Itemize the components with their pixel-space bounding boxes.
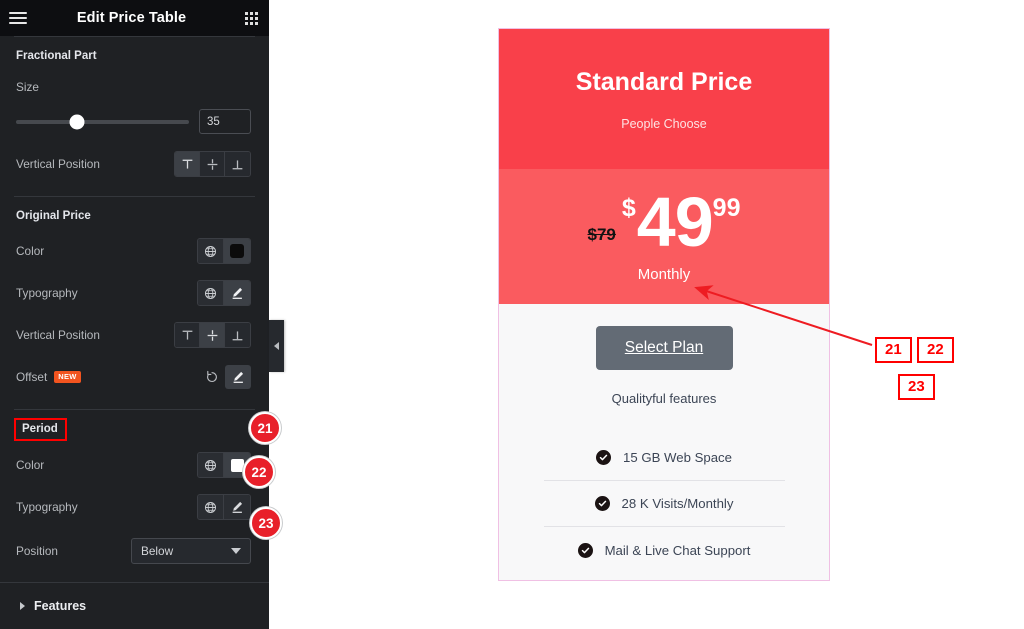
price-table-widget: Standard Price People Choose $79 $ 49 99… — [498, 28, 830, 581]
feature-label: 28 K Visits/Monthly — [621, 496, 734, 511]
grid-icon[interactable] — [233, 0, 269, 36]
chevron-down-icon — [231, 548, 241, 554]
features-list: 15 GB Web Space 28 K Visits/Monthly Mail… — [543, 435, 785, 573]
color-swatch-button[interactable] — [224, 239, 250, 263]
annotation-box-21: 21 — [875, 337, 912, 363]
globe-icon[interactable] — [198, 281, 224, 305]
price-integer-part: 49 — [636, 183, 714, 261]
list-item: 28 K Visits/Monthly — [543, 481, 785, 527]
currency-symbol: $ — [621, 194, 636, 222]
period-typography-control — [197, 494, 251, 520]
globe-icon[interactable] — [198, 495, 224, 519]
control-row-offset: Offset NEW — [0, 361, 269, 393]
vertical-position-toggle-group-2 — [174, 322, 251, 348]
globe-icon[interactable] — [198, 239, 224, 263]
section-features[interactable]: Features — [0, 582, 269, 629]
size-slider[interactable] — [16, 114, 189, 129]
panel-collapse-button[interactable] — [269, 320, 284, 372]
price-band: $79 $ 49 99 Monthly — [499, 169, 829, 304]
annotation-box-22: 22 — [917, 337, 954, 363]
control-label-size: Size — [16, 80, 39, 94]
chevron-left-icon — [274, 342, 279, 350]
position-select[interactable]: Below — [131, 538, 251, 564]
reset-icon[interactable] — [199, 365, 225, 389]
offset-label-text: Offset — [16, 370, 48, 384]
price-fractional-part: 99 — [712, 194, 741, 222]
size-number-input[interactable] — [199, 109, 251, 134]
new-badge: NEW — [54, 371, 81, 383]
check-circle-icon — [577, 542, 593, 558]
section-features-label: Features — [34, 599, 87, 613]
list-item: Mail & Live Chat Support — [544, 527, 785, 573]
price-table-body: Select Plan Qualityful features 15 GB We… — [499, 304, 829, 573]
features-heading: Qualityful features — [611, 391, 717, 406]
control-label-typography: Typography — [16, 500, 78, 514]
screenshot-root: Edit Price Table Fractional Part Size Ve… — [0, 0, 1024, 629]
elementor-edit-panel: Edit Price Table Fractional Part Size Ve… — [0, 0, 269, 629]
annotation-circle-22: 22 — [243, 456, 275, 488]
check-circle-icon — [594, 496, 610, 511]
control-row-period-position: Position Below — [0, 535, 269, 567]
align-top-icon[interactable] — [175, 323, 200, 347]
control-row-size: Size — [0, 71, 269, 103]
control-row-period-typography: Typography — [0, 491, 269, 523]
size-slider-row — [0, 103, 269, 140]
annotation-circle-21: 21 — [249, 412, 281, 444]
panel-body: Fractional Part Size Vertical Position — [0, 36, 269, 629]
control-label-position: Position — [16, 544, 58, 558]
align-middle-icon[interactable] — [200, 152, 225, 176]
control-row-vertical-position-1: Vertical Position — [0, 148, 269, 180]
control-row-original-typography: Typography — [0, 277, 269, 309]
feature-label: Mail & Live Chat Support — [604, 542, 751, 558]
control-label-vertical-position: Vertical Position — [16, 157, 100, 171]
pencil-icon[interactable] — [224, 281, 250, 305]
page-title: Edit Price Table — [76, 10, 187, 26]
divider — [14, 409, 255, 410]
original-price: $79 — [587, 225, 616, 244]
section-title-original-price: Original Price — [16, 210, 91, 222]
align-top-icon[interactable] — [175, 152, 200, 176]
align-middle-icon[interactable] — [200, 323, 225, 347]
position-select-value: Below — [141, 544, 174, 558]
align-bottom-icon[interactable] — [225, 152, 250, 176]
align-bottom-icon[interactable] — [225, 323, 250, 347]
annotation-circle-23: 23 — [250, 507, 282, 539]
control-label-color: Color — [16, 244, 45, 258]
section-title-fractional-part: Fractional Part — [16, 50, 97, 62]
feature-label: 15 GB Web Space — [623, 450, 732, 465]
section-title-period: Period — [14, 418, 67, 441]
globe-icon[interactable] — [198, 453, 224, 477]
check-circle-icon — [596, 450, 611, 465]
plan-subtitle: People Choose — [621, 116, 707, 131]
original-price-typography-control — [197, 280, 251, 306]
list-item: 15 GB Web Space — [543, 435, 785, 481]
panel-header: Edit Price Table — [0, 0, 269, 36]
chevron-right-icon — [20, 602, 25, 610]
annotation-box-23: 23 — [898, 374, 935, 400]
select-plan-button[interactable]: Select Plan — [595, 326, 733, 370]
vertical-position-toggle-group-1 — [174, 151, 251, 177]
price-table-header: Standard Price People Choose — [499, 29, 829, 169]
color-swatch — [230, 244, 244, 258]
control-label-typography: Typography — [16, 286, 78, 300]
price-period: Monthly — [637, 266, 691, 283]
offset-edit-button[interactable] — [225, 365, 251, 389]
slider-handle[interactable] — [69, 114, 85, 129]
plan-title: Standard Price — [575, 67, 753, 96]
control-label-vertical-position: Vertical Position — [16, 328, 100, 342]
control-row-period-color: Color — [0, 449, 269, 481]
control-row-vertical-position-2: Vertical Position — [0, 319, 269, 351]
price-line: $79 $ 49 99 — [587, 183, 741, 268]
control-label-offset: Offset NEW — [16, 370, 199, 384]
pencil-icon[interactable] — [224, 495, 250, 519]
original-price-color-control — [197, 238, 251, 264]
color-swatch — [230, 458, 244, 472]
control-row-original-color: Color — [0, 235, 269, 267]
control-label-color: Color — [16, 458, 45, 472]
